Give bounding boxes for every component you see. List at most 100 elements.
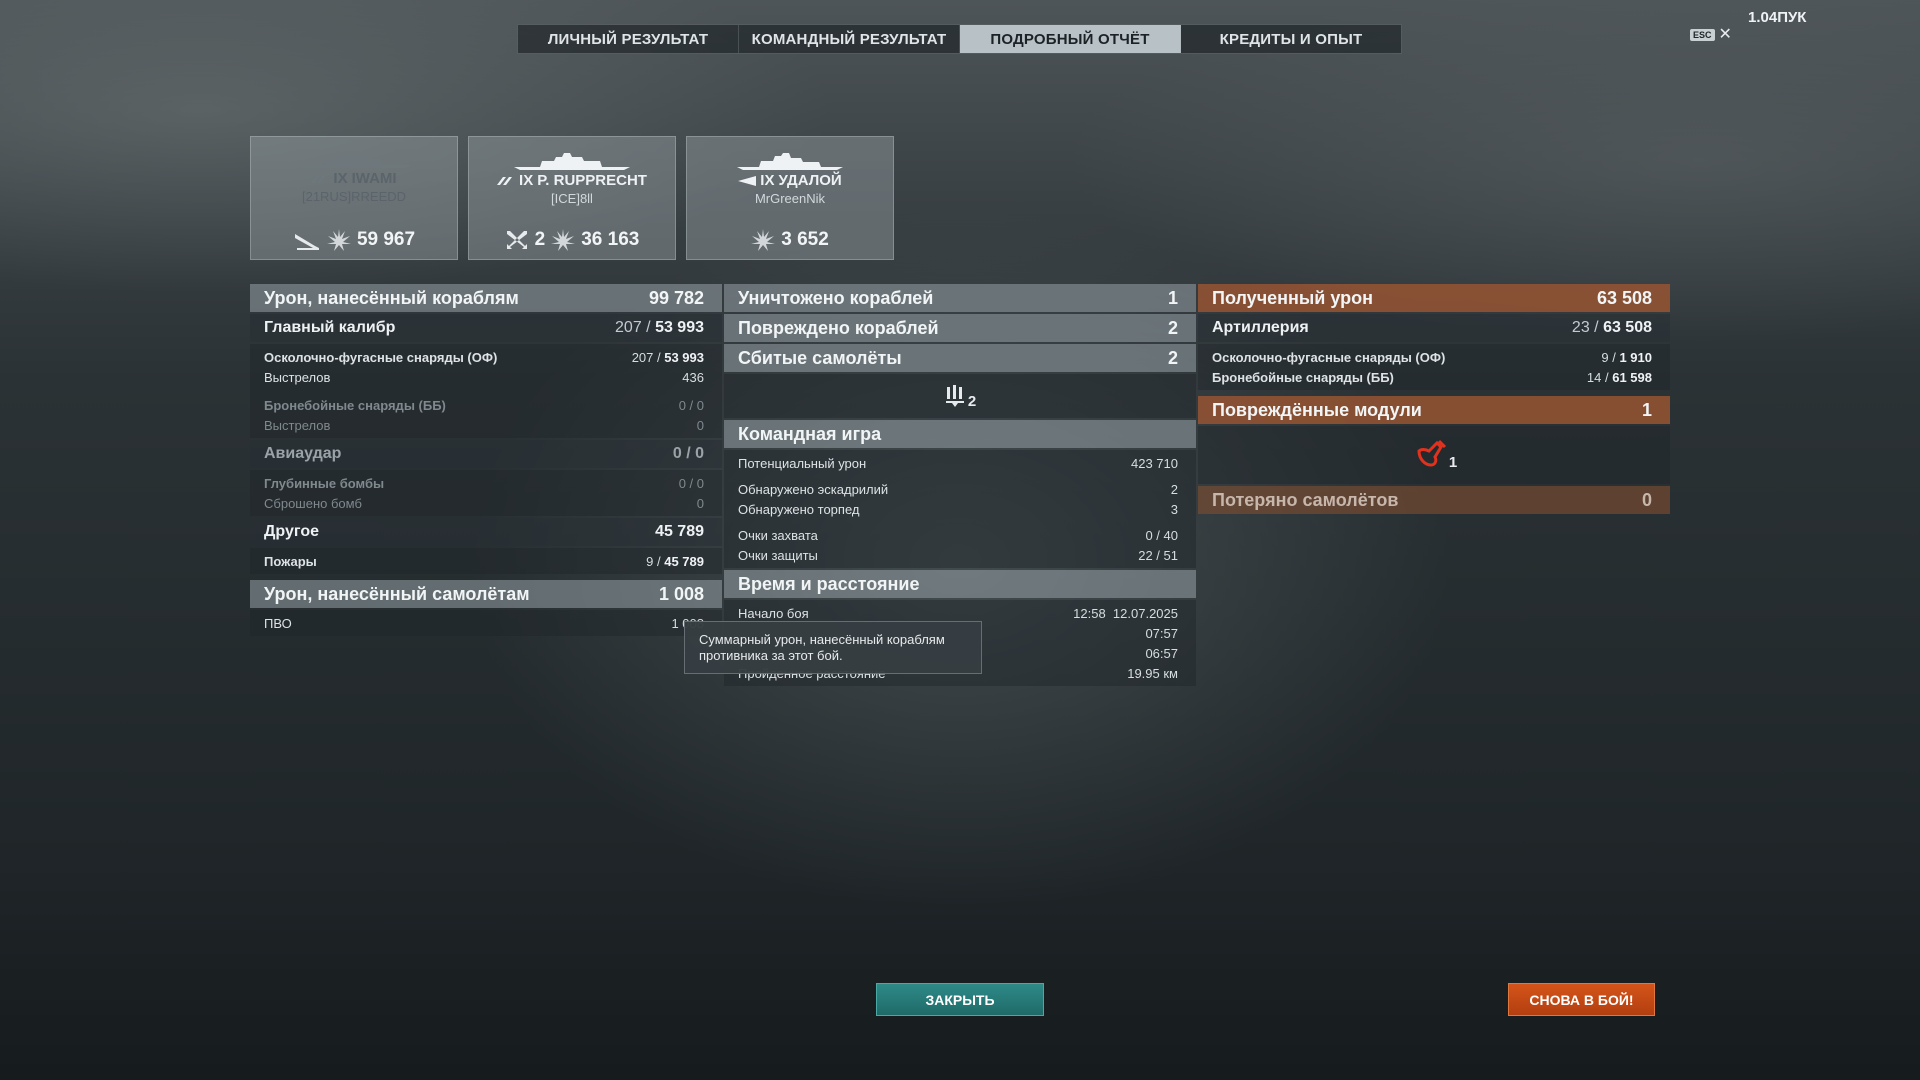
other-details: Пожары 9 / 45 789 xyxy=(250,548,722,574)
player-name: MrGreenNik xyxy=(754,191,826,206)
separator: / xyxy=(1601,369,1613,385)
damage-received-column: Полученный урон 63 508 Артиллерия 23 / 6… xyxy=(1198,284,1670,516)
damaged-modules-label: Повреждённые модули xyxy=(1212,399,1422,420)
close-button[interactable]: ЗАКРЫТЬ xyxy=(876,983,1044,1016)
capture-points-row: Очки захвата 0 / 40 xyxy=(724,525,1196,545)
main-caliber-hits: 207 xyxy=(615,319,642,336)
player-name: [21RUS]RREEDD xyxy=(301,189,407,204)
ships-destroyed-value: 1 xyxy=(1167,287,1178,308)
squadrons-spotted-row: Обнаружено эскадрилий 2 xyxy=(724,479,1196,499)
fires-row: Пожары 9 / 45 789 xyxy=(250,551,722,571)
kills-value: 2 xyxy=(534,229,546,250)
bombs-dropped-label: Сброшено бомб xyxy=(264,495,362,511)
other-damage-row: Другое 45 789 xyxy=(250,518,722,546)
he-shots-row: Выстрелов 436 xyxy=(250,367,722,387)
damage-to-ships-value: 99 782 xyxy=(648,287,704,308)
capture-points-value: 0 / 40 xyxy=(1145,527,1178,543)
ap-shells-label: Бронебойные снаряды (ББ) xyxy=(1212,369,1394,385)
damage-to-planes-header: Урон, нанесённый самолётам 1 008 xyxy=(250,580,722,608)
teamplay-header: Командная игра xyxy=(724,420,1196,448)
ship-tier: IX xyxy=(519,172,534,189)
received-ap-row: Бронебойные снаряды (ББ) 14 / 61 598 xyxy=(1198,367,1670,387)
aa-label: ПВО xyxy=(264,615,292,631)
ap-shots-row: Выстрелов 0 xyxy=(250,415,722,435)
ship-card-iwami[interactable]: IX IWAMI [21RUS]RREEDD 59 967 xyxy=(250,136,458,260)
destroyer-silhouette-icon xyxy=(737,153,843,170)
damaged-modules-header: Повреждённые модули 1 xyxy=(1198,396,1670,424)
time-value: 07:57 xyxy=(1145,625,1178,641)
battle-start-date: 12.07.2025 xyxy=(1112,605,1178,621)
tab-team-result[interactable]: КОМАНДНЫЙ РЕЗУЛЬТАТ xyxy=(739,25,960,53)
he-damage: 53 993 xyxy=(664,349,704,365)
ap-shells-row: Бронебойные снаряды (ББ) 0 / 0 xyxy=(250,395,722,415)
time-distance-header: Время и расстояние xyxy=(724,570,1196,598)
ship-tier: IX xyxy=(760,172,775,189)
fires-label: Пожары xyxy=(264,553,317,569)
separator: / xyxy=(641,319,656,336)
esc-close-button[interactable]: ESC ✕ xyxy=(1690,27,1732,43)
planes-icon-count: 2 xyxy=(967,392,977,410)
main-caliber-label: Главный калибр xyxy=(264,319,396,336)
ships-destroyed-row: Уничтожено кораблей 1 xyxy=(724,284,1196,312)
ship-name: IWAMI xyxy=(351,170,397,187)
artillery-row: Артиллерия 23 / 63 508 xyxy=(1198,314,1670,342)
damage-value: 36 163 xyxy=(581,229,640,250)
shots-label: Выстрелов xyxy=(264,417,331,433)
bombs-dropped-row: Сброшено бомб 0 xyxy=(250,493,722,513)
aa-row: ПВО 1 008 xyxy=(250,613,722,633)
received-he-row: Осколочно-фугасные снаряды (ОФ) 9 / 1 91… xyxy=(1198,347,1670,367)
he-shells-label: Осколочно-фугасные снаряды (ОФ) xyxy=(264,349,498,365)
ship-card-p-rupprecht[interactable]: IX P. RUPPRECHT [ICE]8ll 2 36 163 xyxy=(468,136,676,260)
tab-personal-result[interactable]: ЛИЧНЫЙ РЕЗУЛЬТАТ xyxy=(518,25,739,53)
damage-to-ships-label: Урон, нанесённый кораблям xyxy=(264,287,519,308)
damage-dealt-column: Урон, нанесённый кораблям 99 782 Главный… xyxy=(250,284,722,638)
planes-shot-down-icons: 2 xyxy=(724,374,1196,418)
torpedoes-spotted-value: 3 xyxy=(1170,501,1178,517)
damaged-modules-icons: 1 xyxy=(1198,426,1670,484)
planes-shot-down-row: Сбитые самолёты 2 xyxy=(724,344,1196,372)
planes-shot-down-value: 2 xyxy=(1167,347,1178,368)
ap-shells-value: 0 / 0 xyxy=(678,397,704,413)
shots-label: Выстрелов xyxy=(264,369,331,385)
battleship-class-icon xyxy=(497,176,513,185)
separator: / xyxy=(653,553,665,569)
time-distance-label: Время и расстояние xyxy=(738,573,920,594)
airstrike-value: 0 / 0 xyxy=(672,445,704,462)
other-label: Другое xyxy=(264,523,319,540)
he-damage: 1 910 xyxy=(1619,349,1652,365)
artillery-label: Артиллерия xyxy=(1212,319,1309,336)
close-icon: ✕ xyxy=(1718,26,1732,43)
airstrike-label: Авиаудар xyxy=(264,445,342,462)
main-caliber-damage: 53 993 xyxy=(655,319,704,336)
torpedoes-spotted-label: Обнаружено торпед xyxy=(738,501,860,517)
airstrike-details: Глубинные бомбы 0 / 0 Сброшено бомб 0 xyxy=(250,470,722,516)
destroyer-class-icon xyxy=(738,175,757,186)
ship-card-udaloy[interactable]: IX УДАЛОЙ MrGreenNik 3 652 xyxy=(686,136,894,260)
planes-lost-value: 0 xyxy=(1641,489,1652,510)
main-caliber-details: Осколочно-фугасные снаряды (ОФ) 207 / 53… xyxy=(250,344,722,438)
squadrons-spotted-label: Обнаружено эскадрилий xyxy=(738,481,889,497)
defense-points-value: 22 / 51 xyxy=(1138,547,1178,563)
battle-again-button[interactable]: СНОВА В БОЙ! xyxy=(1508,983,1655,1016)
potential-damage-value: 423 710 xyxy=(1131,455,1178,471)
ap-shells-label: Бронебойные снаряды (ББ) xyxy=(264,397,446,413)
defense-points-row: Очки защиты 22 / 51 xyxy=(724,545,1196,565)
plane-shot-down-icon xyxy=(945,385,964,407)
tab-credits-xp[interactable]: КРЕДИТЫ И ОПЫТ xyxy=(1181,25,1401,53)
separator: / xyxy=(1608,349,1620,365)
battleship-class-icon xyxy=(311,174,327,183)
damage-burst-icon xyxy=(751,229,776,251)
damage-tooltip: Суммарный урон, нанесённый кораблям прот… xyxy=(684,621,982,674)
damage-received-header: Полученный урон 63 508 xyxy=(1198,284,1670,312)
damage-value: 59 967 xyxy=(356,229,416,250)
tab-detailed-report[interactable]: ПОДРОБНЫЙ ОТЧЁТ xyxy=(960,25,1181,53)
bombs-dropped-value: 0 xyxy=(696,495,704,511)
airstrike-row: Авиаудар 0 / 0 xyxy=(250,440,722,468)
torpedoes-spotted-row: Обнаружено торпед 3 xyxy=(724,499,1196,519)
teamplay-details: Потенциальный урон 423 710 Обнаружено эс… xyxy=(724,450,1196,568)
ships-damaged-label: Повреждено кораблей xyxy=(738,317,939,338)
defense-points-label: Очки защиты xyxy=(738,547,818,563)
battleship-silhouette-icon xyxy=(296,153,412,168)
he-hits: 207 xyxy=(631,349,654,365)
ship-name: P. RUPPRECHT xyxy=(537,172,647,189)
